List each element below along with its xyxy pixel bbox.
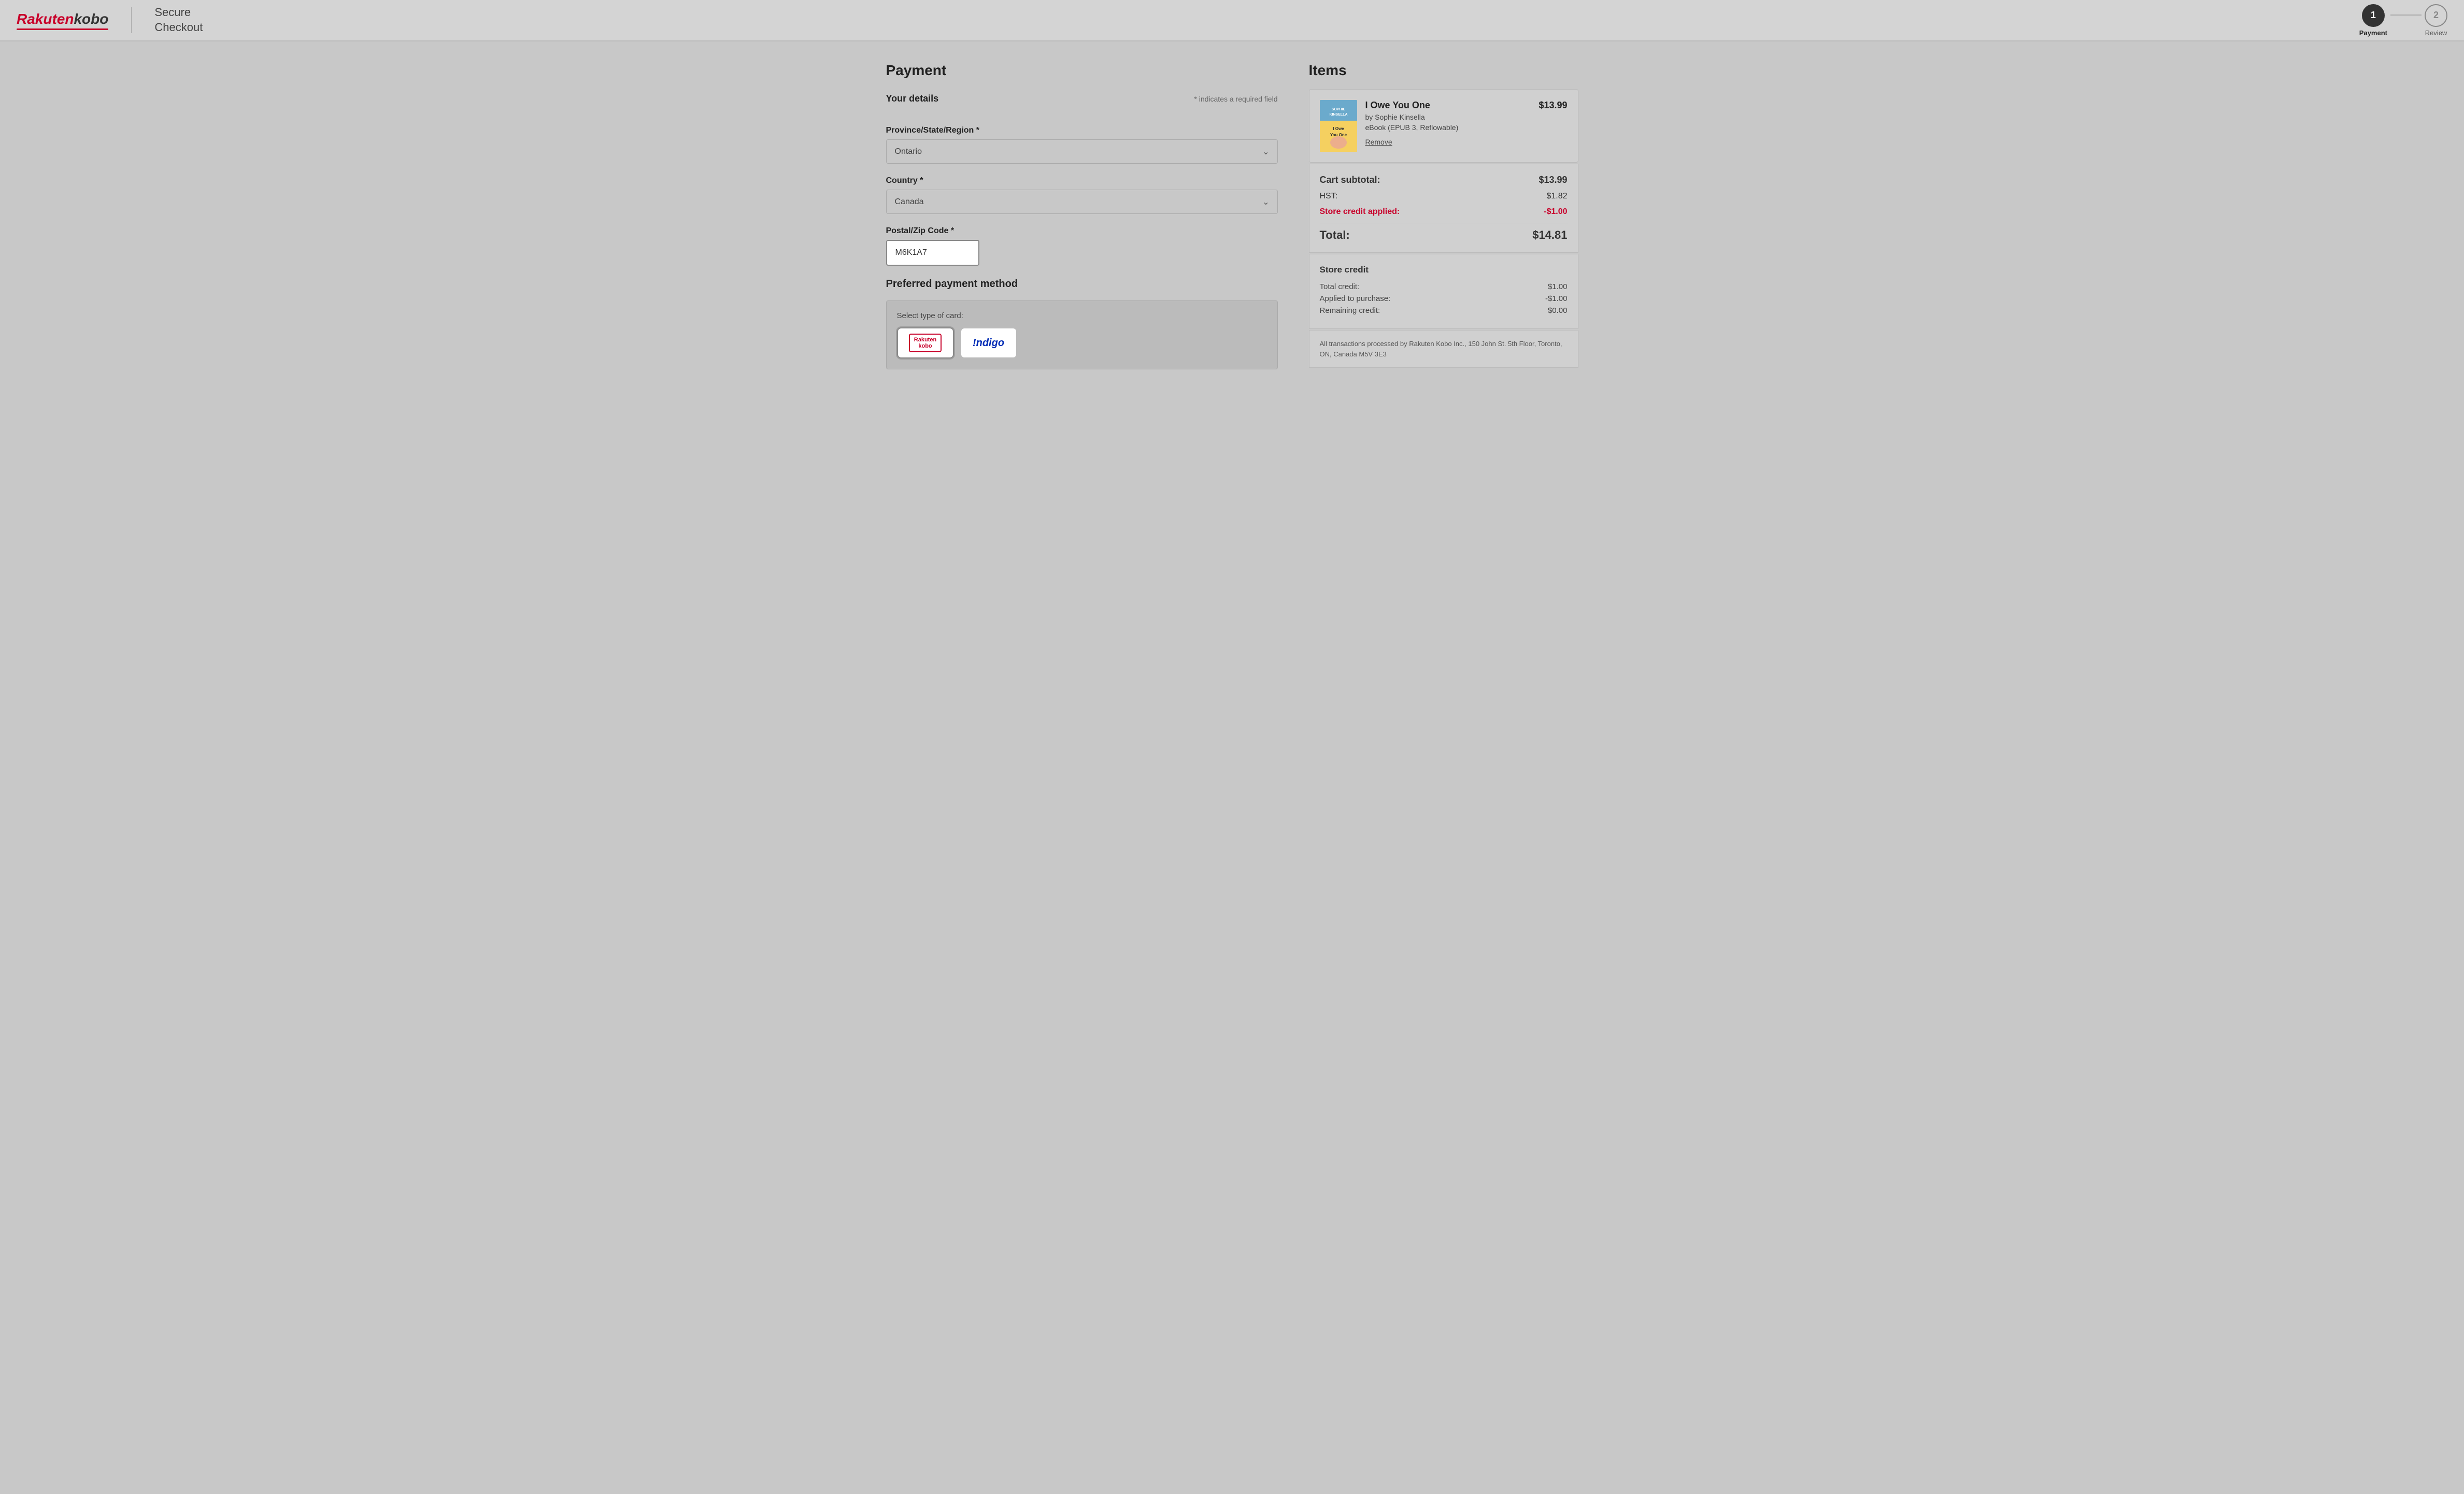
header-left: Rakutenkobo SecureCheckout	[17, 5, 203, 35]
province-group: Province/State/Region * Ontario British …	[886, 126, 1278, 164]
store-credit-section: Store credit Total credit: $1.00 Applied…	[1309, 254, 1578, 329]
svg-text:SOPHIE: SOPHIE	[1331, 108, 1345, 111]
hst-label: HST:	[1320, 192, 1338, 201]
step-1-label: Payment	[2359, 29, 2387, 37]
item-format: eBook (EPUB 3, Reflowable)	[1365, 123, 1531, 132]
hst-value: $1.82	[1546, 192, 1567, 201]
item-card: SOPHIE KINSELLA I Owe You One I Owe You …	[1309, 89, 1578, 163]
remaining-value: $0.00	[1548, 306, 1568, 315]
credit-applied-value: -$1.00	[1544, 207, 1567, 217]
total-credit-label: Total credit:	[1320, 282, 1360, 291]
logo-kobo: kobo	[74, 11, 108, 27]
summary-section: Cart subtotal: $13.99 HST: $1.82 Store c…	[1309, 164, 1578, 253]
rakuten-card-line2: kobo	[918, 343, 932, 349]
right-panel: Items SOPHIE KINSELLA I Owe You One I Ow…	[1309, 62, 1578, 369]
footer-note: All transactions processed by Rakuten Ko…	[1309, 330, 1578, 368]
step-1: 1 Payment	[2359, 4, 2387, 37]
country-label: Country *	[886, 176, 1278, 185]
header-divider	[131, 7, 132, 33]
step-connector	[2390, 15, 2422, 16]
rakuten-card-logo: Rakuten kobo	[909, 334, 942, 352]
postal-group: Postal/Zip Code *	[886, 226, 1278, 266]
province-label: Province/State/Region *	[886, 126, 1278, 135]
step-2: 2 Review	[2425, 4, 2447, 37]
credit-applied-row: Store credit applied: -$1.00	[1320, 207, 1568, 217]
country-select[interactable]: Canada United States United Kingdom	[886, 190, 1278, 214]
applied-label: Applied to purchase:	[1320, 294, 1391, 303]
stepper: 1 Payment 2 Review	[2359, 4, 2447, 37]
card-options: Rakuten kobo !ndigo	[897, 327, 1267, 358]
province-select[interactable]: Ontario British Columbia Alberta Quebec	[886, 139, 1278, 164]
postal-label: Postal/Zip Code *	[886, 226, 1278, 236]
cart-subtotal-label: Cart subtotal:	[1320, 175, 1380, 185]
step-1-circle: 1	[2362, 4, 2385, 27]
card-select-box: Select type of card: Rakuten kobo !ndigo	[886, 300, 1278, 369]
cart-subtotal-value: $13.99	[1539, 175, 1567, 185]
rakuten-kobo-card-option[interactable]: Rakuten kobo	[897, 327, 954, 358]
card-select-label: Select type of card:	[897, 311, 1267, 320]
header: Rakutenkobo SecureCheckout 1 Payment 2 R…	[0, 0, 2464, 41]
item-details: I Owe You One by Sophie Kinsella eBook (…	[1365, 100, 1531, 147]
svg-text:KINSELLA: KINSELLA	[1329, 113, 1347, 117]
your-details-label: Your details	[886, 93, 939, 104]
step-2-label: Review	[2425, 29, 2447, 37]
total-credit-value: $1.00	[1548, 282, 1568, 291]
payment-method-title: Preferred payment method	[886, 278, 1278, 290]
main-content: Payment Your details * indicates a requi…	[870, 41, 1595, 390]
logo-rakuten: Rakuten	[17, 11, 74, 27]
items-title: Items	[1309, 62, 1578, 79]
store-credit-title: Store credit	[1320, 265, 1568, 275]
remaining-row: Remaining credit: $0.00	[1320, 306, 1568, 315]
item-title: I Owe You One	[1365, 100, 1531, 111]
book-cover: SOPHIE KINSELLA I Owe You One	[1320, 100, 1357, 152]
logo-underline	[17, 28, 108, 30]
left-panel: Payment Your details * indicates a requi…	[886, 62, 1309, 369]
applied-value: -$1.00	[1545, 294, 1568, 303]
secure-checkout-text: SecureCheckout	[154, 5, 203, 35]
cart-subtotal-row: Cart subtotal: $13.99	[1320, 175, 1568, 185]
svg-text:I Owe: I Owe	[1333, 126, 1344, 131]
payment-title: Payment	[886, 62, 1278, 79]
rakuten-card-line1: Rakuten	[914, 337, 936, 343]
postal-input[interactable]	[886, 240, 979, 266]
step-2-circle: 2	[2425, 4, 2447, 27]
your-details-row: Your details * indicates a required fiel…	[886, 93, 1278, 116]
item-author: by Sophie Kinsella	[1365, 113, 1531, 121]
logo: Rakutenkobo	[17, 11, 108, 30]
indigo-logo: !ndigo	[973, 337, 1004, 349]
item-price: $13.99	[1539, 100, 1567, 111]
total-value: $14.81	[1532, 228, 1567, 242]
total-label: Total:	[1320, 228, 1350, 242]
country-select-wrapper: Canada United States United Kingdom ⌄	[886, 190, 1278, 214]
indigo-card-option[interactable]: !ndigo	[960, 327, 1017, 358]
applied-row: Applied to purchase: -$1.00	[1320, 294, 1568, 303]
total-credit-row: Total credit: $1.00	[1320, 282, 1568, 291]
credit-applied-label: Store credit applied:	[1320, 207, 1400, 217]
required-note: * indicates a required field	[1194, 95, 1277, 103]
remove-button[interactable]: Remove	[1365, 138, 1392, 146]
province-select-wrapper: Ontario British Columbia Alberta Quebec …	[886, 139, 1278, 164]
country-group: Country * Canada United States United Ki…	[886, 176, 1278, 214]
hst-row: HST: $1.82	[1320, 192, 1568, 201]
total-row: Total: $14.81	[1320, 228, 1568, 242]
remaining-label: Remaining credit:	[1320, 306, 1380, 315]
